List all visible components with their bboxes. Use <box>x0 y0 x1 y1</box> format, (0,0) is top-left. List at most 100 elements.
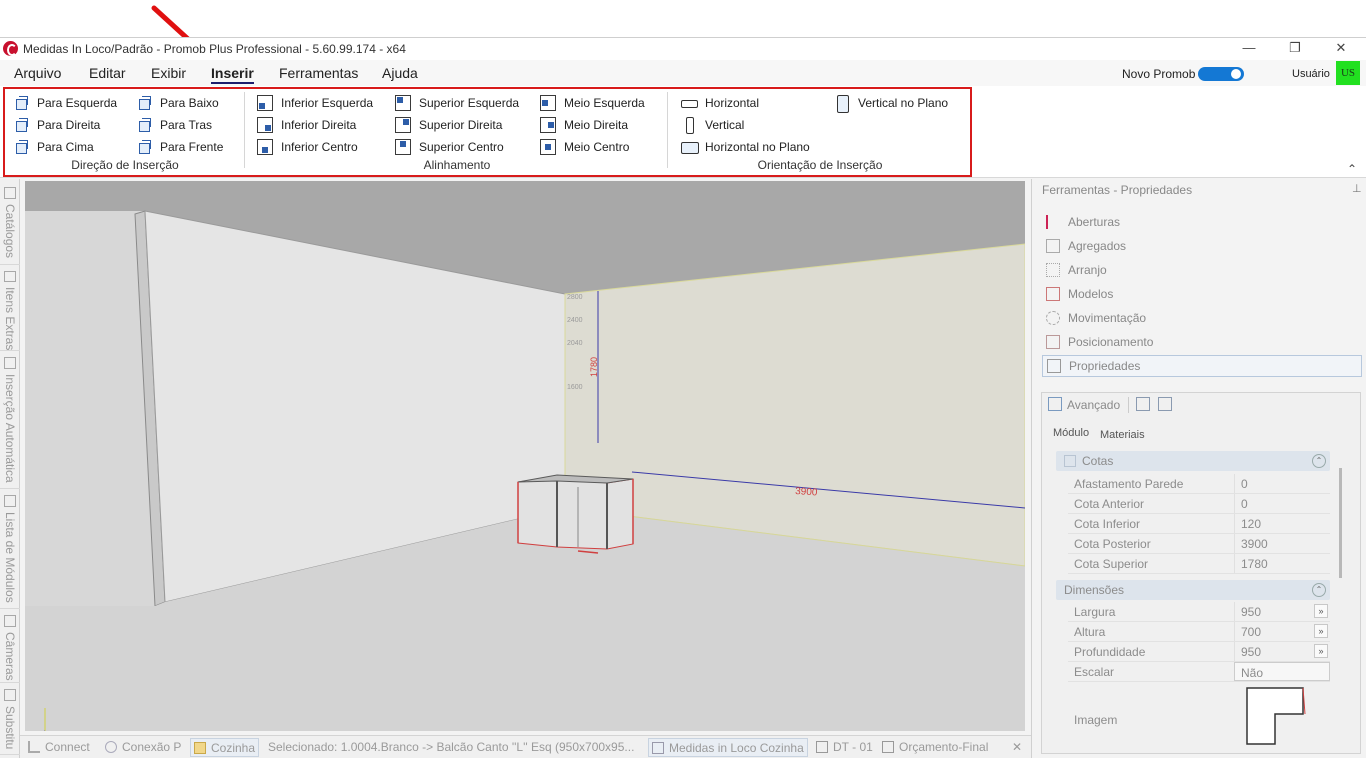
advanced-properties-box: Avançado Módulo Materiais Cotas ⌃ Afasta… <box>1041 392 1361 754</box>
tab-substituir[interactable]: Substitu <box>0 685 20 755</box>
menu-arquivo[interactable]: Arquivo <box>14 65 61 81</box>
align-middle-left-icon <box>540 95 556 111</box>
tool-posicionamento[interactable]: Posicionamento <box>1042 331 1362 353</box>
prop-label: Escalar <box>1074 665 1115 679</box>
dt-tab[interactable]: DT - 01 <box>816 740 873 754</box>
inferior-esquerda-label: Inferior Esquerda <box>281 96 374 110</box>
scrollbar-thumb[interactable] <box>1339 468 1342 578</box>
dimensoes-section-header[interactable]: Dimensões ⌃ <box>1056 580 1330 600</box>
advanced-icon <box>1048 397 1062 411</box>
replace-icon <box>4 689 16 701</box>
horizontal-no-plano-label: Horizontal no Plano <box>705 140 810 154</box>
project-tab[interactable]: Medidas in Loco Cozinha <box>648 738 808 757</box>
prop-value[interactable]: 1780 <box>1234 554 1330 573</box>
menu-bar: Arquivo Editar Exibir Inserir Ferramenta… <box>0 60 1366 86</box>
prop-value[interactable]: 0 <box>1234 494 1330 513</box>
tool-aberturas[interactable]: Aberturas <box>1042 211 1362 233</box>
tool-modelos[interactable]: Modelos <box>1042 283 1362 305</box>
novo-promob-toggle[interactable] <box>1198 67 1244 81</box>
tool-propriedades[interactable]: Propriedades <box>1042 355 1362 377</box>
meio-direita-button[interactable]: Meio Direita <box>540 115 628 135</box>
tab-insercao-automatica[interactable]: Inserção Automática <box>0 353 20 489</box>
para-tras-button[interactable]: Para Tras <box>136 115 212 135</box>
globe-icon <box>105 741 117 753</box>
tool-arranjo[interactable]: Arranjo <box>1042 259 1362 281</box>
list-view-icon[interactable] <box>1136 397 1150 411</box>
wall-tick: 1600 <box>567 384 583 391</box>
expand-button[interactable]: » <box>1314 624 1328 638</box>
para-cima-label: Para Cima <box>37 140 94 154</box>
para-direita-label: Para Direita <box>37 118 101 132</box>
menu-ferramentas[interactable]: Ferramentas <box>279 65 358 81</box>
tab-cameras[interactable]: Câmeras <box>0 611 20 683</box>
tab-catalogos-label: Catálogos <box>3 204 17 259</box>
connect-status[interactable]: Connect <box>28 740 90 754</box>
para-baixo-button[interactable]: Para Baixo <box>136 93 219 113</box>
list-icon <box>4 495 16 507</box>
restore-button[interactable]: ❐ <box>1272 38 1318 60</box>
escalar-select[interactable]: Não <box>1234 662 1330 681</box>
collapse-icon[interactable]: ⌃ <box>1312 454 1326 468</box>
tab-itens-extras[interactable]: Itens Extras <box>0 267 20 351</box>
ribbon-separator <box>667 92 668 168</box>
prop-value[interactable]: 0 <box>1234 474 1330 493</box>
menu-editar[interactable]: Editar <box>89 65 126 81</box>
ribbon-collapse-icon[interactable]: ⌃ <box>1347 162 1357 176</box>
document-icon <box>816 741 828 753</box>
tab-modulo[interactable]: Módulo <box>1053 427 1089 439</box>
paperclip-icon <box>4 271 16 282</box>
minimize-button[interactable]: — <box>1226 38 1272 60</box>
ribbon-separator <box>244 92 245 168</box>
superior-esquerda-button[interactable]: Superior Esquerda <box>395 93 519 113</box>
menu-exibir[interactable]: Exibir <box>151 65 186 81</box>
usuario-label[interactable]: Usuário <box>1292 68 1330 80</box>
prop-value[interactable]: 3900 <box>1234 534 1330 553</box>
vertical-button[interactable]: Vertical <box>681 115 744 135</box>
tool-movimentacao[interactable]: Movimentação <box>1042 307 1362 329</box>
para-esquerda-button[interactable]: Para Esquerda <box>13 93 117 113</box>
pin-icon[interactable]: ⊥ <box>1352 182 1362 195</box>
horizontal-no-plano-button[interactable]: Horizontal no Plano <box>681 137 810 157</box>
para-cima-button[interactable]: Para Cima <box>13 137 94 157</box>
tab-lista-modulos[interactable]: Lista de Módulos <box>0 491 20 609</box>
para-frente-button[interactable]: Para Frente <box>136 137 223 157</box>
para-direita-button[interactable]: Para Direita <box>13 115 100 135</box>
user-avatar-badge[interactable]: US <box>1336 61 1360 85</box>
app-logo-icon <box>3 41 18 56</box>
cozinha-tab[interactable]: Cozinha <box>190 738 260 757</box>
superior-centro-button[interactable]: Superior Centro <box>395 137 504 157</box>
prop-value[interactable]: 120 <box>1234 514 1330 533</box>
flag-icon <box>1046 215 1060 229</box>
menu-inserir[interactable]: Inserir <box>211 65 254 84</box>
inferior-direita-button[interactable]: Inferior Direita <box>257 115 356 135</box>
prop-row: Profundidade 950» <box>1068 642 1330 662</box>
para-esquerda-label: Para Esquerda <box>37 96 118 110</box>
menu-ajuda[interactable]: Ajuda <box>382 65 418 81</box>
close-tab-button[interactable]: ✕ <box>1012 740 1022 754</box>
tab-materiais[interactable]: Materiais <box>1100 429 1145 441</box>
expand-button[interactable]: » <box>1314 644 1328 658</box>
project-label: Medidas in Loco Cozinha <box>669 740 804 755</box>
conexao-status[interactable]: Conexão P <box>105 740 181 754</box>
grid-view-icon[interactable] <box>1158 397 1172 411</box>
tab-catalogos[interactable]: Catálogos <box>0 183 20 265</box>
tool-agregados[interactable]: Agregados <box>1042 235 1362 257</box>
meio-esquerda-button[interactable]: Meio Esquerda <box>540 93 645 113</box>
orcamento-tab[interactable]: Orçamento-Final <box>882 740 988 754</box>
grid-icon <box>1046 263 1060 277</box>
close-button[interactable]: ✕ <box>1318 38 1364 60</box>
meio-centro-button[interactable]: Meio Centro <box>540 137 629 157</box>
expand-button[interactable]: » <box>1314 604 1328 618</box>
inferior-esquerda-button[interactable]: Inferior Esquerda <box>257 93 373 113</box>
meio-direita-label: Meio Direita <box>564 118 629 132</box>
inferior-centro-button[interactable]: Inferior Centro <box>257 137 358 157</box>
alinhamento-group-label: Alinhamento <box>423 158 491 172</box>
horizontal-button[interactable]: Horizontal <box>681 93 759 113</box>
collapse-icon[interactable]: ⌃ <box>1312 583 1326 597</box>
3d-viewport[interactable]: 2800 2400 2040 1600 1780 3900 <box>25 181 1025 731</box>
prop-row: Cota Anterior 0 <box>1068 494 1330 514</box>
vertical-no-plano-button[interactable]: Vertical no Plano <box>834 93 948 113</box>
superior-direita-button[interactable]: Superior Direita <box>395 115 502 135</box>
cotas-section-header[interactable]: Cotas ⌃ <box>1056 451 1330 471</box>
conexao-label: Conexão P <box>122 740 182 754</box>
